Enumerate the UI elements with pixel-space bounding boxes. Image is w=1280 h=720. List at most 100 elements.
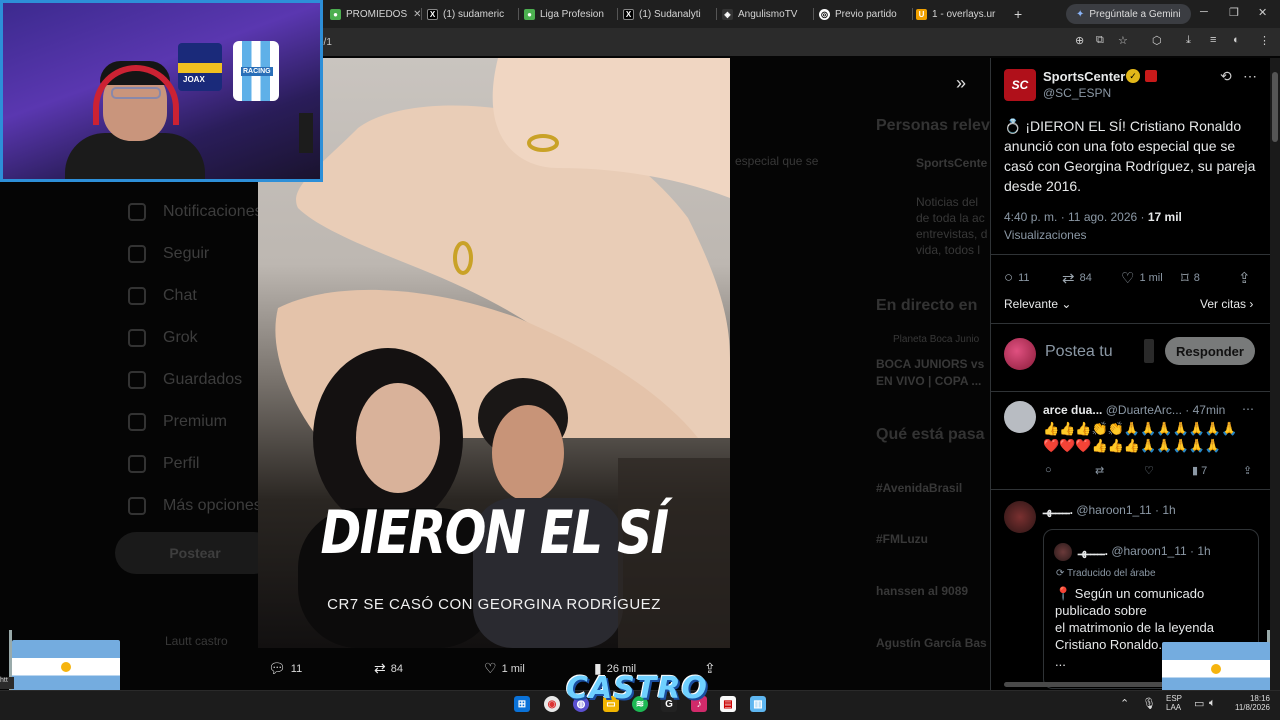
live-title-line[interactable]: BOCA JUNIORS vs [876, 357, 984, 371]
heart-icon[interactable]: ♡ [1144, 464, 1154, 477]
tab-promiedos[interactable]: ● PROMIEDOS ✕ [330, 4, 420, 24]
reply-name: ـــــهـ. [1043, 503, 1073, 517]
expand-panel-icon[interactable]: » [956, 73, 966, 94]
nav-premium[interactable]: Premium [128, 413, 227, 431]
reply-icon[interactable]: ○ [1045, 464, 1052, 476]
notepad-icon[interactable]: ▥ [750, 696, 766, 712]
nav-bookmarks[interactable]: Guardados [128, 371, 242, 389]
language-indicator[interactable]: ESP LAA [1166, 694, 1182, 712]
tab-sudanalytics[interactable]: X (1) Sudanalyti [623, 4, 715, 24]
reply-name: arce dua... [1043, 403, 1103, 417]
reply-count: 11 [1018, 271, 1030, 284]
volume-icon[interactable]: 🔈︎ [1209, 697, 1216, 710]
reply-submit-button[interactable]: Responder [1165, 337, 1255, 365]
tab-label: AngulismoTV [738, 8, 798, 20]
repost-button[interactable]: ⇄ 84 [1062, 269, 1092, 287]
trend-item[interactable]: #FMLuzu [876, 532, 928, 546]
maximize-icon[interactable]: ❐ [1229, 6, 1239, 19]
reply-button[interactable]: ○ 11 [1004, 269, 1029, 286]
reply-avatar[interactable] [1004, 401, 1036, 433]
tab-angulismo[interactable]: ◈ AngulismoTV [722, 4, 812, 24]
zoom-icon[interactable]: ⊕ [1075, 34, 1084, 47]
reply-text: 👍👍👍👏👏🙏🙏🙏🙏🙏🙏🙏 [1043, 421, 1238, 436]
relevant-bio-line: vida, todos l [916, 243, 981, 257]
nav-more[interactable]: Más opciones [128, 497, 262, 515]
more-options-icon[interactable]: ⋯ [1242, 402, 1254, 416]
live-account[interactable]: Planeta Boca Junio [893, 334, 979, 345]
grok-icon[interactable]: ⟲ [1220, 68, 1232, 85]
translated-label[interactable]: ⟳ Traducido del árabe [1056, 568, 1156, 579]
author-avatar[interactable]: SC [1004, 69, 1036, 101]
reading-list-icon[interactable]: ≡ [1210, 34, 1216, 46]
tweet-views-count: 17 mil [1147, 210, 1182, 224]
media-repost-button[interactable]: ⇄ 84 [374, 660, 403, 677]
tab-previo-partido[interactable]: ◎ Previo partido [819, 4, 911, 24]
download-icon[interactable]: ⤓ [1186, 34, 1191, 47]
reply-input-scrollbar[interactable] [1144, 339, 1154, 363]
scrollbar-thumb[interactable] [1272, 72, 1278, 142]
windows-start-icon[interactable]: ⊞ [514, 696, 530, 712]
espn-badge-icon [1145, 70, 1157, 82]
more-options-icon[interactable]: ⋯ [1243, 68, 1257, 85]
promiedos-icon: ● [330, 8, 341, 20]
view-quotes-link[interactable]: Ver citas › [1200, 297, 1253, 311]
relevant-person-name[interactable]: SportsCente [916, 156, 987, 170]
bookmark-button[interactable]: ⌑ 8 [1181, 269, 1200, 287]
chrome-icon[interactable]: ◉ [544, 696, 560, 712]
document-icon[interactable]: ▤ [720, 696, 736, 712]
nav-notifications[interactable]: Notificaciones [128, 203, 263, 221]
chevron-down-icon: ⌄ [1058, 297, 1072, 311]
microphone-icon[interactable]: 🎙︎ [1142, 697, 1156, 710]
nav-profile[interactable]: Perfil [128, 455, 199, 473]
live-title-line[interactable]: EN VIVO | COPA ... [876, 374, 981, 388]
reply-time: · 1h [1155, 503, 1176, 517]
sort-dropdown[interactable]: Relevante ⌄ [1004, 297, 1071, 311]
install-icon[interactable]: ⧉ [1096, 34, 1104, 47]
nav-chat[interactable]: Chat [128, 287, 197, 305]
clock[interactable]: 18:16 11/8/2026 [1230, 694, 1270, 712]
author-name[interactable]: SportsCenter [1043, 69, 1125, 84]
reply-author[interactable]: arce dua... @DuarteArc... · 47min [1043, 403, 1225, 417]
repost-icon[interactable]: ⇄ [1095, 464, 1104, 477]
like-button[interactable]: ♡ 1 mil [1121, 269, 1163, 287]
menu-icon[interactable]: ⋮ [1259, 34, 1270, 47]
reply-avatar[interactable] [1004, 501, 1036, 533]
bookmark-icon: ⌑ [1181, 270, 1189, 287]
share-icon[interactable]: ⇪ [1243, 464, 1252, 477]
tab-separator [716, 8, 717, 20]
post-button[interactable]: Postear [115, 532, 275, 574]
bell-icon [128, 203, 146, 221]
vertical-scrollbar[interactable] [1270, 58, 1280, 690]
new-tab-button[interactable]: + [1014, 4, 1028, 24]
author-handle[interactable]: @SC_ESPN [1043, 86, 1111, 100]
star-icon[interactable]: ☆ [1118, 34, 1128, 47]
trend-item[interactable]: hanssen al 9089 [876, 584, 968, 598]
trend-item[interactable]: #AvenidaBrasil [876, 481, 962, 495]
share-button[interactable]: ⇪ [1238, 269, 1256, 287]
tab-liga[interactable]: ● Liga Profesion [524, 4, 616, 24]
extensions-icon[interactable]: ⬡ [1152, 34, 1162, 47]
media-image[interactable]: DIERON EL SÍ CR7 SE CASÓ CON GEORGINA RO… [258, 58, 730, 648]
profile-icon[interactable]: ◐ [1233, 34, 1240, 46]
tray-chevron-icon[interactable]: ⌃ [1120, 697, 1129, 710]
nav-grok[interactable]: Grok [128, 329, 198, 347]
trend-item[interactable]: Agustín García Bas [876, 636, 987, 650]
tweet-time[interactable]: 4:40 p. m. · 11 ago. 2026 · [1004, 210, 1148, 224]
network-icon[interactable]: ▭ [1194, 697, 1204, 710]
ask-gemini-button[interactable]: ✦ Pregúntale a Gemini [1066, 4, 1191, 24]
reply-input[interactable]: Postea tu [1045, 343, 1113, 361]
nav-label: Premium [163, 413, 228, 430]
tab-sudamericana[interactable]: X (1) sudameric [427, 4, 517, 24]
nav-follow[interactable]: Seguir [128, 245, 209, 263]
views-button[interactable]: ▮ 7 [1192, 464, 1207, 477]
minimize-icon[interactable]: ─ [1200, 6, 1208, 18]
close-window-icon[interactable]: ✕ [1258, 6, 1267, 19]
close-icon[interactable]: ✕ [413, 9, 420, 20]
reply-author[interactable]: ـــــهـ. @haroon1_11 · 1h [1043, 503, 1176, 517]
user-avatar[interactable] [1004, 338, 1036, 370]
account-name[interactable]: Lautt castro [165, 634, 228, 648]
tab-overlays[interactable]: U 1 - overlays.ur [916, 4, 1010, 24]
media-like-button[interactable]: ♡ 1 mil [484, 660, 525, 677]
media-reply-button[interactable]: 💬︎ 11 [268, 660, 302, 677]
tab-label: Liga Profesion [540, 8, 604, 20]
